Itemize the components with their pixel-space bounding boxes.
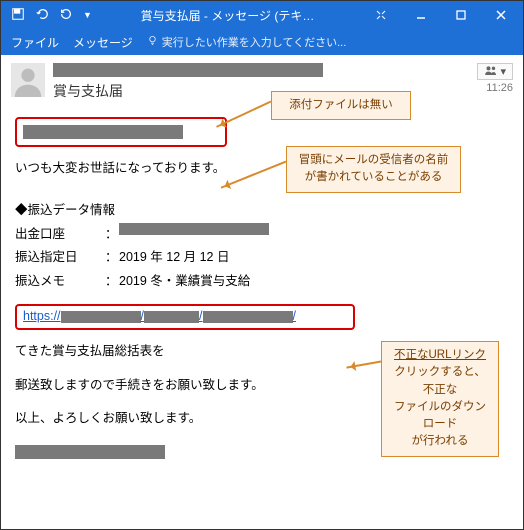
maximize-icon[interactable] xyxy=(443,5,479,25)
avatar xyxy=(11,63,45,97)
signature-redacted xyxy=(15,445,165,459)
tab-message[interactable]: メッセージ xyxy=(73,34,133,51)
callout-no-attachment: 添付ファイルは無い xyxy=(271,91,411,120)
recipient-box xyxy=(15,117,227,147)
close-icon[interactable] xyxy=(483,5,519,25)
undo-icon[interactable] xyxy=(35,7,49,24)
malicious-link-box: https:///// xyxy=(15,304,355,330)
recipient-redacted xyxy=(23,125,183,139)
expand-icon[interactable] xyxy=(363,5,399,25)
row-label: 出金口座 xyxy=(15,223,105,247)
sender-redacted xyxy=(53,63,323,77)
people-icon xyxy=(484,65,498,78)
window-title: 賞与支払届 - メッセージ (テキ… xyxy=(92,7,363,24)
lightbulb-icon xyxy=(147,35,158,49)
tell-me-search[interactable]: 実行したい作業を入力してください... xyxy=(147,34,347,50)
people-caret: ▾ xyxy=(500,65,506,78)
account-redacted xyxy=(119,223,269,235)
received-time: 11:26 xyxy=(486,82,513,94)
caret-down-icon[interactable]: ▼ xyxy=(83,10,92,20)
tab-file[interactable]: ファイル xyxy=(11,34,59,51)
window-controls xyxy=(363,5,519,25)
row-label: 振込指定日 xyxy=(15,246,105,270)
section-title: ◆振込データ情報 xyxy=(15,199,509,223)
minimize-icon[interactable] xyxy=(403,5,439,25)
people-button[interactable]: ▾ xyxy=(477,63,513,80)
message-header: 賞与支払届 ▾ 11:26 xyxy=(1,55,523,107)
row-label: 振込メモ xyxy=(15,270,105,294)
data-row-date: 振込指定日 ： 2019 年 12 月 12 日 xyxy=(15,246,509,270)
save-icon[interactable] xyxy=(11,7,25,24)
row-value: 2019 冬・業績賞与支給 xyxy=(119,270,250,294)
data-row-memo: 振込メモ ： 2019 冬・業績賞与支給 xyxy=(15,270,509,294)
malicious-link[interactable]: https:///// xyxy=(23,305,296,329)
link-prefix: https:// xyxy=(23,309,61,323)
data-row-account: 出金口座 ： xyxy=(15,223,509,247)
callout-recipient-name: 冒頭にメールの受信者の名前 が書かれていることがある xyxy=(286,146,461,193)
callout-malicious-url: 不正なURLリンク クリックすると、不正な ファイルのダウンロード が行われる xyxy=(381,341,499,457)
ribbon: ファイル メッセージ 実行したい作業を入力してください... xyxy=(1,29,523,55)
search-placeholder: 実行したい作業を入力してください... xyxy=(162,34,347,50)
row-value: 2019 年 12 月 12 日 xyxy=(119,246,229,270)
quick-access-toolbar: ▼ xyxy=(5,7,92,24)
refresh-icon[interactable] xyxy=(59,7,73,24)
title-bar: ▼ 賞与支払届 - メッセージ (テキ… xyxy=(1,1,523,29)
